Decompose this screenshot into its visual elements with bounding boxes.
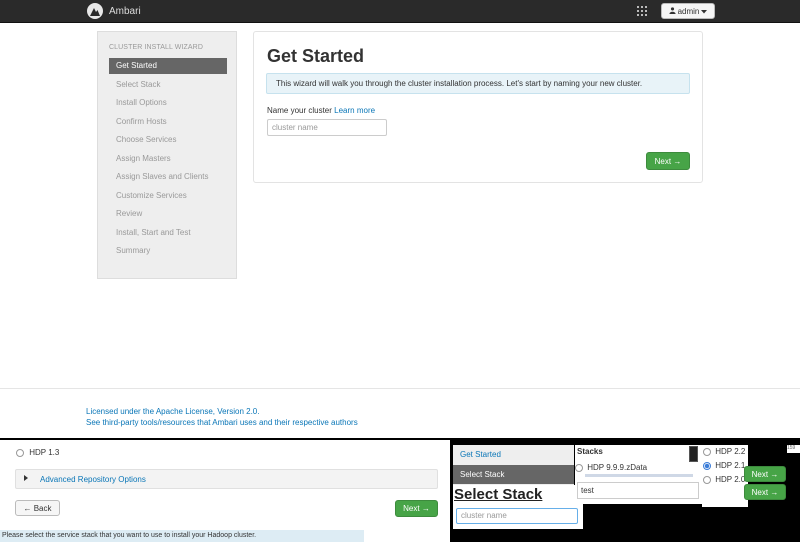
sidebar-title: CLUSTER INSTALL WIZARD [109,44,203,51]
grid-icon[interactable] [637,6,647,16]
sidebar-step-review: Review [116,209,143,218]
stack-option-zdata-label: HDP 9.9.9.zData [587,463,648,472]
stack-option-hdp21[interactable]: HDP 2.1 [703,461,745,470]
hdp-version-fragment: HDP 2.2 HDP 2.1 HDP 2.0 [702,445,748,507]
sidebar-step-get-started[interactable]: Get Started [109,58,227,74]
cluster-name-label-text: Name your cluster [267,106,332,115]
cluster-name-input[interactable] [267,119,387,136]
next-button-fragment-2[interactable]: Next → [744,484,786,500]
stack-option-label: HDP 2.0 [715,475,746,484]
stacks-label: Stacks [577,447,603,456]
stack-option-hdp13[interactable]: HDP 1.3 [16,448,59,457]
next-button-fragment-1[interactable]: Next → [744,466,786,482]
next-button-bottom[interactable]: Next → [395,500,438,517]
overlap-artifact [585,474,693,477]
page-title: Get Started [267,46,365,66]
caret-right-icon [24,475,28,481]
cluster-name-label: Name your cluster Learn more [267,106,375,115]
sidebar-step-assign-masters: Assign Masters [116,153,171,163]
footer-divider [0,388,800,389]
stack-option-label: HDP 2.1 [715,461,746,470]
sidebar-step-summary: Summary [116,246,151,255]
sidebar-step-select-stack-active[interactable]: Select Stack [453,465,574,484]
radio-icon[interactable] [575,463,583,472]
select-stack-fragment: HDP 1.3 Advanced Repository Options ← Ba… [0,440,450,542]
stack-option-label: HDP 2.2 [715,447,746,456]
stack-name-input[interactable]: test [577,482,699,499]
stack-option-hdp20[interactable]: HDP 2.0 [703,475,745,484]
radio-selected-icon[interactable] [703,461,711,470]
stacks-fragment: Stacks HDP 9.9.9.zData test [575,445,702,504]
ambari-logo-icon[interactable] [87,3,103,19]
radio-icon[interactable] [16,448,24,457]
scroll-handle[interactable] [689,446,698,462]
status-message: Please select the service stack that you… [0,530,364,542]
footer: Licensed under the Apache License, Versi… [86,406,358,428]
wizard-panel: Get Started This wizard will walk you th… [253,31,703,183]
sidebar-step-select-stack: Select Stack [116,79,161,89]
user-name: admin [677,6,700,16]
next-button[interactable]: Next → [646,152,690,170]
third-party-link[interactable]: See third-party tools/resources that Amb… [86,417,358,428]
cluster-name-fragment: cluster name [453,504,583,529]
sidebar-step-assign-slaves: Assign Slaves and Clients [116,172,209,181]
sidebar-step-install-options: Install Options [116,98,167,107]
license-link[interactable]: Licensed under the Apache License, Versi… [86,406,358,417]
corner-label: 159 [787,445,800,453]
select-stack-title: Select Stack [453,485,577,504]
sidebar-step-choose-services: Choose Services [116,135,177,144]
sidebar-step-get-started-link[interactable]: Get Started [453,445,574,465]
sidebar-step-confirm-hosts: Confirm Hosts [116,116,167,126]
sidebar-step-customize-services: Customize Services [116,190,187,200]
advanced-repo-label[interactable]: Advanced Repository Options [40,475,146,484]
brand-name[interactable]: Ambari [109,6,141,17]
user-menu-button[interactable]: admin [661,3,715,19]
learn-more-link[interactable]: Learn more [334,106,375,115]
back-button[interactable]: ← Back [15,500,60,516]
wizard-sidebar: CLUSTER INSTALL WIZARD Get Started Selec… [97,31,237,279]
stack-option-label: HDP 1.3 [29,448,60,457]
radio-icon[interactable] [703,475,711,484]
radio-icon[interactable] [703,447,711,456]
sidebar-step-install-start-test: Install, Start and Test [116,227,191,237]
stack-option-hdp22[interactable]: HDP 2.2 [703,447,745,456]
steps-fragment: Get Started Select Stack [453,445,574,485]
advanced-repo-toggle[interactable]: Advanced Repository Options [15,469,438,489]
info-alert: This wizard will walk you through the cl… [266,73,690,94]
caret-down-icon [701,7,708,16]
cluster-name-input-focused[interactable]: cluster name [456,508,578,524]
top-navbar: Ambari admin [0,0,800,23]
stack-option-zdata[interactable]: HDP 9.9.9.zData [575,463,647,472]
user-icon [669,6,676,16]
